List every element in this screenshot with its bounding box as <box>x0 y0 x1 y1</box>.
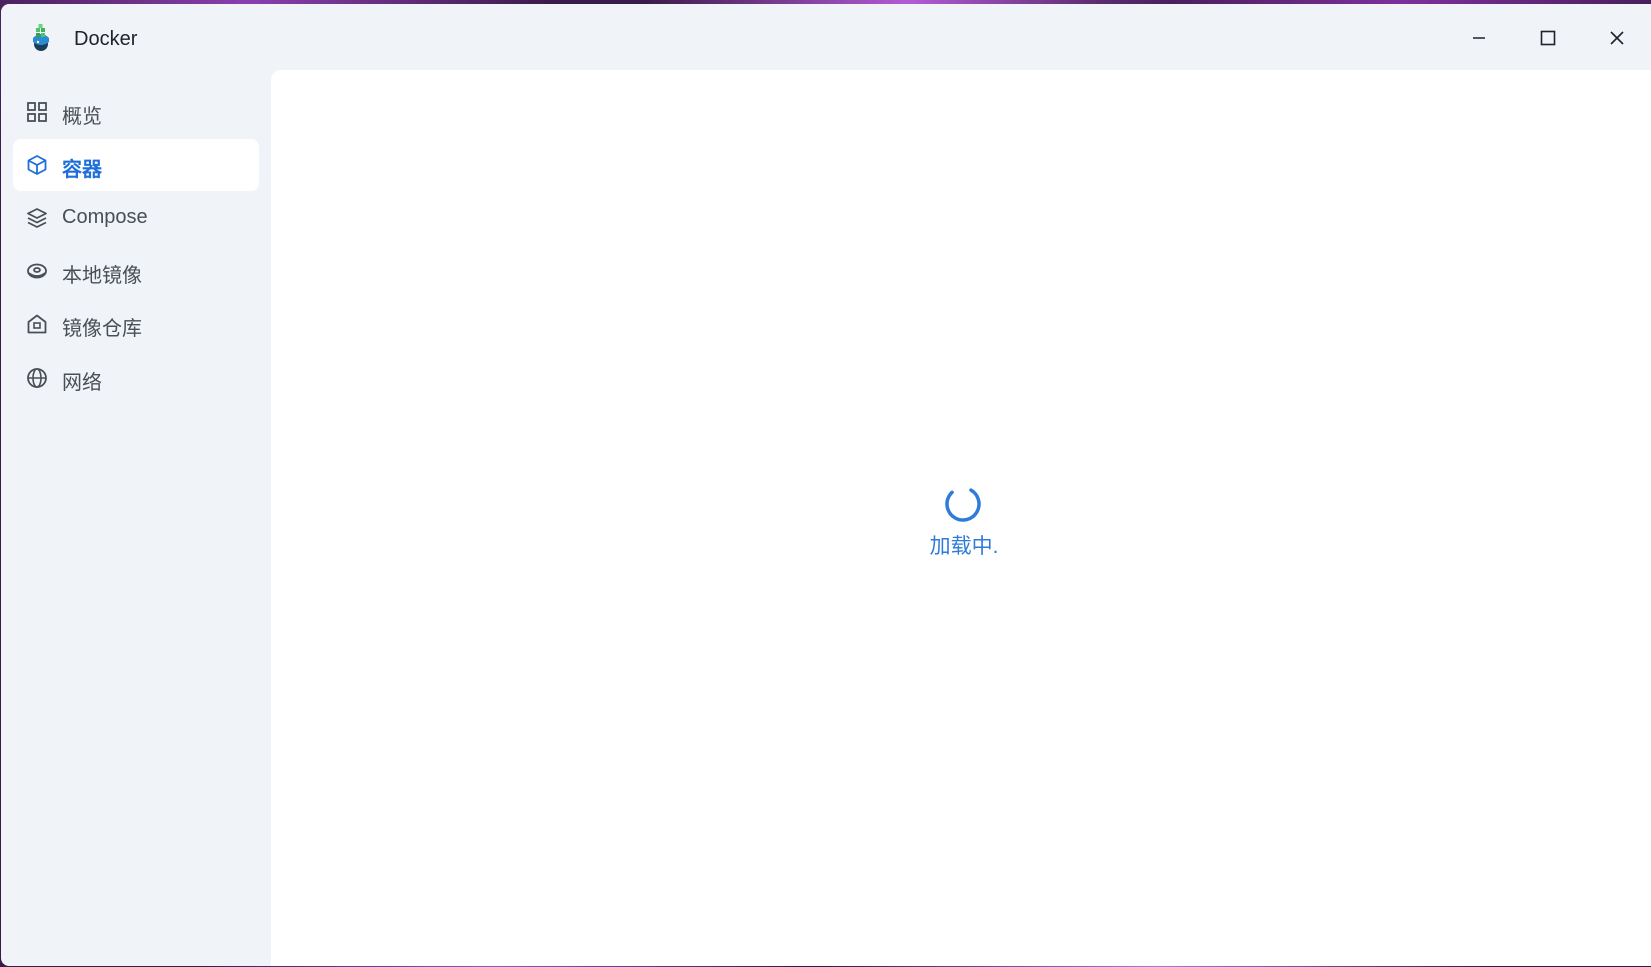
app-window: Docker 概览 容器 Compose 本地镜像 镜像仓库 网络 加载中. <box>1 4 1651 966</box>
loading-indicator: 加载中. <box>271 484 1651 560</box>
sidebar-item-label: 镜像仓库 <box>62 318 142 340</box>
minimize-icon <box>1473 37 1485 39</box>
grid-icon <box>27 102 47 122</box>
disk-image-icon <box>27 263 47 279</box>
loading-text: 加载中. <box>929 535 999 558</box>
warehouse-icon <box>27 314 47 334</box>
sidebar-item-image-registry[interactable]: 镜像仓库 <box>13 298 259 350</box>
sidebar-item-label: 网络 <box>62 372 102 394</box>
maximize-icon <box>1540 30 1556 46</box>
sidebar-item-label: 概览 <box>62 106 102 128</box>
minimize-button[interactable] <box>1456 18 1502 58</box>
docker-whale-icon <box>33 24 49 51</box>
close-button[interactable] <box>1594 18 1640 58</box>
sidebar-item-containers[interactable]: 容器 <box>13 139 259 191</box>
sidebar-item-local-images[interactable]: 本地镜像 <box>13 245 259 297</box>
title-bar[interactable]: Docker <box>1 4 1651 70</box>
sidebar-item-overview[interactable]: 概览 <box>13 86 259 138</box>
spinner-icon <box>945 486 981 522</box>
window-title: Docker <box>74 28 138 50</box>
layers-icon <box>27 208 47 228</box>
sidebar-item-label: 容器 <box>62 159 102 181</box>
sidebar-item-compose[interactable]: Compose <box>13 192 259 244</box>
maximize-button[interactable] <box>1525 18 1571 58</box>
globe-icon <box>27 368 47 388</box>
sidebar-item-network[interactable]: 网络 <box>13 352 259 404</box>
cube-icon <box>27 155 47 175</box>
sidebar: 概览 容器 Compose 本地镜像 镜像仓库 网络 <box>1 70 270 966</box>
close-icon <box>1610 31 1624 45</box>
sidebar-item-label: 本地镜像 <box>62 265 142 287</box>
sidebar-item-label: Compose <box>62 206 148 228</box>
main-content: 加载中. <box>271 70 1651 966</box>
